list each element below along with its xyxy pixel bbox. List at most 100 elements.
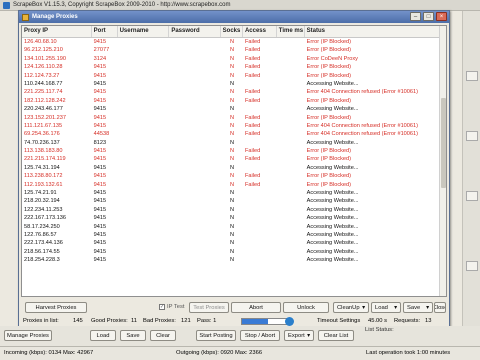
- col-password-header[interactable]: Password: [169, 26, 222, 37]
- col-port-cell: 9415: [93, 257, 107, 264]
- table-row[interactable]: 221.215.174.119 9415 N Failed Error (IP Bloc…: [22, 155, 446, 163]
- col-proxy-ip-cell: 69.254.36.176: [24, 131, 60, 138]
- cleanup-label: CleanUp: [337, 304, 360, 311]
- col-username-cell: [118, 206, 170, 214]
- minimize-icon[interactable]: –: [410, 12, 421, 21]
- col-socks-cell: N: [229, 190, 235, 197]
- col-port-cell: 9415: [93, 106, 107, 113]
- grid-scrollbar[interactable]: [439, 26, 446, 296]
- col-access-cell: Failed: [244, 89, 261, 96]
- col-username-header[interactable]: Username: [118, 26, 170, 37]
- table-row[interactable]: 218.20.32.194 9415 N Accessing Website...: [22, 197, 446, 205]
- col-username-cell: [118, 139, 170, 147]
- table-row[interactable]: 134.101.255.190 3124 N Failed Error CoDeeN P…: [22, 55, 446, 63]
- export-dropdown[interactable]: Export ▾: [284, 330, 314, 341]
- col-username-cell: [118, 97, 170, 105]
- manage-proxies-button[interactable]: Manage Proxies: [4, 330, 52, 341]
- col-time-ms-header[interactable]: Time ms: [277, 26, 305, 37]
- col-time-ms-cell: [277, 55, 305, 63]
- table-row[interactable]: 218.56.174.55 9415 N Accessing Website...: [22, 248, 446, 256]
- load-button[interactable]: Load: [90, 330, 116, 341]
- table-row[interactable]: 218.254.228.3 9415 N Accessing Website...: [22, 256, 446, 264]
- col-proxy-ip-cell: 112.193.132.61: [24, 181, 63, 188]
- col-socks-cell: N: [229, 55, 235, 62]
- table-row[interactable]: 222.167.173.136 9415 N Accessing Website...: [22, 214, 446, 222]
- stop-abort-button[interactable]: Stop / Abort: [240, 330, 280, 341]
- side-control[interactable]: [466, 131, 478, 141]
- col-password-cell: [169, 72, 221, 80]
- col-username-cell: [118, 239, 170, 247]
- list-status-label: List Status:: [365, 327, 394, 333]
- start-posting-button[interactable]: Start Posting: [196, 330, 236, 341]
- table-row[interactable]: 122.76.86.57 9415 N Accessing Website...: [22, 231, 446, 239]
- export-label: Export: [288, 332, 305, 339]
- col-status-cell: Accessing Website...: [306, 198, 359, 205]
- table-row[interactable]: 126.40.68.10 9415 N Failed Error (IP Blocked…: [22, 38, 446, 46]
- close-icon[interactable]: ×: [436, 12, 447, 21]
- side-control[interactable]: [466, 261, 478, 271]
- col-time-ms-cell: [277, 206, 305, 214]
- close-button[interactable]: Close: [434, 302, 446, 313]
- table-row[interactable]: 74.70.236.137 8123 N Accessing Website...: [22, 139, 446, 147]
- clear-button[interactable]: Clear: [150, 330, 176, 341]
- col-access-cell: [243, 80, 277, 88]
- ip-test-label: IP Test: [167, 304, 185, 310]
- col-socks-cell: N: [229, 248, 235, 255]
- table-row[interactable]: 123.152.201.237 9415 N Failed Error (IP Bloc…: [22, 114, 446, 122]
- table-row[interactable]: 222.173.44.136 9415 N Accessing Website...: [22, 239, 446, 247]
- col-access-header[interactable]: Access: [243, 26, 277, 37]
- col-socks-header[interactable]: Socks: [221, 26, 243, 37]
- table-row[interactable]: 122.234.11.253 9415 N Accessing Website...: [22, 206, 446, 214]
- table-row[interactable]: 112.193.132.61 9415 N Failed Error (IP Block…: [22, 181, 446, 189]
- chevron-down-icon: ▾: [307, 332, 310, 339]
- table-row[interactable]: 96.212.125.210 27077 N Failed Error (IP Bloc…: [22, 46, 446, 54]
- table-row[interactable]: 113.238.80.172 9415 N Failed Error (IP Block…: [22, 172, 446, 180]
- col-proxy-ip-cell: 122.234.11.253: [24, 206, 63, 213]
- side-control[interactable]: [466, 71, 478, 81]
- clear-list-button[interactable]: Clear List: [318, 330, 354, 341]
- col-time-ms-cell: [277, 197, 305, 205]
- table-row[interactable]: 182.112.128.242 9415 N Failed Error (IP Bloc…: [22, 97, 446, 105]
- col-port-cell: 9415: [93, 231, 107, 238]
- harvest-proxies-button[interactable]: Harvest Proxies: [25, 302, 87, 313]
- cleanup-dropdown[interactable]: CleanUp ▾: [333, 302, 369, 313]
- save-dropdown[interactable]: Save ▾: [403, 302, 433, 313]
- test-proxies-button[interactable]: Test Proxies: [189, 302, 229, 313]
- table-row[interactable]: 125.74.31.194 9415 N Accessing Website...: [22, 164, 446, 172]
- col-proxy-ip-cell: 220.243.46.177: [24, 106, 63, 113]
- table-row[interactable]: 58.17.234.250 9415 N Accessing Website...: [22, 223, 446, 231]
- col-proxy-ip-header[interactable]: Proxy IP: [22, 26, 92, 37]
- table-row[interactable]: 124.126.110.28 9415 N Failed Error (IP Block…: [22, 63, 446, 71]
- scrollbar-thumb[interactable]: [441, 98, 446, 188]
- timeout-settings-label[interactable]: Timeout Settings: [317, 318, 360, 324]
- table-row[interactable]: 69.254.36.176 44538 N Failed Error 404 Conne…: [22, 130, 446, 138]
- table-row[interactable]: 221.225.117.74 9415 N Failed Error 404 Conne…: [22, 88, 446, 96]
- unlock-button[interactable]: Unlock: [283, 302, 329, 313]
- load-dropdown[interactable]: Load ▾: [371, 302, 401, 313]
- maximize-icon[interactable]: □: [423, 12, 434, 21]
- side-control[interactable]: [466, 191, 478, 201]
- abort-button[interactable]: Abort: [231, 302, 281, 313]
- col-time-ms-cell: [277, 155, 305, 163]
- table-row[interactable]: 125.74.21.91 9415 N Accessing Website...: [22, 189, 446, 197]
- col-status-cell: Accessing Website...: [306, 248, 359, 255]
- ip-test-checkbox[interactable]: ✓ IP Test: [159, 304, 185, 310]
- col-status-header[interactable]: Status: [305, 26, 446, 37]
- col-proxy-ip-cell: 126.40.68.10: [24, 39, 57, 45]
- table-row[interactable]: 220.243.46.177 9415 N Accessing Website...: [22, 105, 446, 113]
- col-socks-cell: N: [229, 257, 235, 264]
- table-row[interactable]: 112.124.73.27 9415 N Failed Error (IP Blocke…: [22, 72, 446, 80]
- col-port-cell: 9415: [93, 72, 107, 79]
- chevron-down-icon: ▾: [362, 304, 365, 311]
- dialog-titlebar[interactable]: Manage Proxies – □ ×: [19, 11, 449, 23]
- proxy-grid[interactable]: Proxy IP Port Username Password Socks Access T…: [21, 25, 447, 297]
- pass-label: Pass: 1: [197, 318, 217, 324]
- col-port-header[interactable]: Port: [92, 26, 118, 37]
- col-access-cell: [243, 139, 277, 147]
- save-button[interactable]: Save: [120, 330, 146, 341]
- col-port-cell: 3124: [93, 55, 107, 62]
- table-row[interactable]: 110.244.168.77 9415 N Accessing Website...: [22, 80, 446, 88]
- table-row[interactable]: 113.138.183.80 9415 N Failed Error (IP Block…: [22, 147, 446, 155]
- checkbox-icon[interactable]: ✓: [159, 304, 165, 310]
- table-row[interactable]: 111.121.67.135 9415 N Failed Error 404 Conne…: [22, 122, 446, 130]
